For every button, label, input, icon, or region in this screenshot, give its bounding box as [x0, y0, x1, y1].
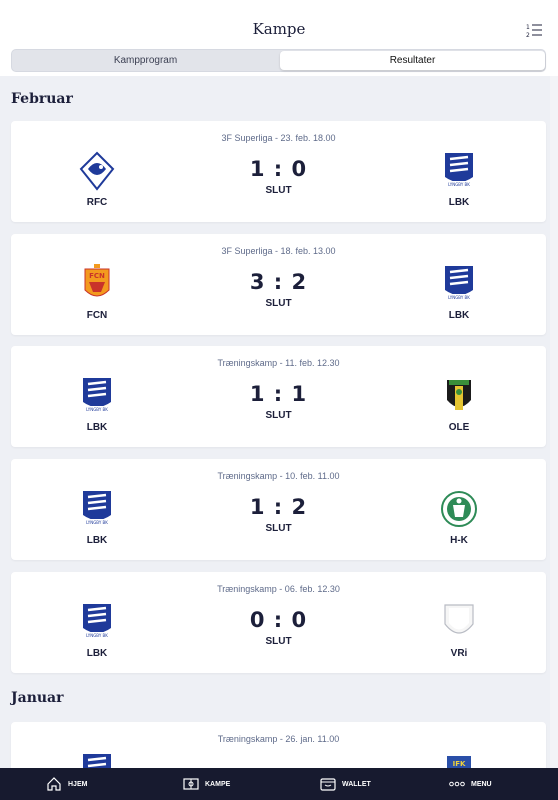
svg-text:IFK: IFK	[453, 760, 466, 768]
match-meta: 3F Superliga - 23. feb. 18.00	[221, 133, 336, 143]
away-team-name: OLE	[448, 422, 470, 433]
away-team-name: H-K	[450, 535, 468, 546]
wallet-icon	[320, 778, 336, 791]
match-meta: Træningskamp - 11. feb. 12.30	[217, 358, 340, 368]
pitch-icon	[183, 778, 199, 790]
svg-text:LYNGBY BK: LYNGBY BK	[448, 295, 470, 300]
tab-kampe[interactable]: KAMPE	[183, 768, 230, 800]
home-team-name: LBK	[86, 535, 108, 546]
away-team: LYNGBY BK LBK	[429, 151, 489, 208]
home-team-name: FCN	[86, 310, 108, 321]
bottom-tab-bar: HJEM KAMPE WALLET MENU	[0, 768, 558, 800]
tab-resultater[interactable]: Resultater	[280, 51, 545, 70]
svg-text:LYNGBY BK: LYNGBY BK	[448, 182, 470, 187]
match-card[interactable]: Træningskamp - 06. feb. 12.30 LYNGBY BK …	[11, 572, 546, 673]
tab-menu[interactable]: MENU	[449, 768, 492, 800]
away-team-name: VRi	[450, 648, 468, 659]
match-card[interactable]: 3F Superliga - 18. feb. 13.00 FCN FCN 3 …	[11, 234, 546, 335]
tab-label: HJEM	[68, 780, 88, 788]
home-team-name: LBK	[86, 648, 108, 659]
home-icon	[47, 777, 61, 791]
match-card[interactable]: Træningskamp - 10. feb. 11.00 LYNGBY BK …	[11, 459, 546, 560]
month-heading-januar: Januar	[11, 690, 64, 706]
match-card[interactable]: Træningskamp - 11. feb. 12.30 LYNGBY BK …	[11, 346, 546, 447]
match-meta: Træningskamp - 06. feb. 12.30	[217, 584, 340, 594]
tab-hjem[interactable]: HJEM	[46, 768, 87, 800]
shield-placeholder-icon	[444, 604, 474, 634]
lyngby-crest-icon: LYNGBY BK	[445, 266, 473, 300]
segmented-control: Kampprogram Resultater	[11, 49, 546, 72]
ole-crest-icon	[447, 380, 471, 410]
away-team: LYNGBY BK LBK	[429, 264, 489, 321]
match-meta: 3F Superliga - 18. feb. 13.00	[221, 246, 336, 256]
match-meta: Træningskamp - 10. feb. 11.00	[217, 471, 340, 481]
tab-label: MENU	[471, 780, 492, 788]
tab-label: WALLET	[342, 780, 371, 788]
tab-wallet[interactable]: WALLET	[320, 768, 371, 800]
home-team-name: RFC	[86, 197, 108, 208]
away-team: H-K	[429, 489, 489, 546]
more-dots-icon	[449, 781, 465, 787]
app-header: Kampe 1 2 Kampprogram Resultater	[0, 0, 558, 76]
match-meta: Træningskamp - 26. jan. 11.00	[217, 734, 340, 744]
month-heading-februar: Februar	[11, 91, 73, 107]
tab-label: KAMPE	[205, 780, 231, 788]
tab-kampprogram[interactable]: Kampprogram	[13, 51, 278, 70]
match-card[interactable]: 3F Superliga - 23. feb. 18.00 RFC 1 : 0 …	[11, 121, 546, 222]
away-team: OLE	[429, 376, 489, 433]
svg-text:2: 2	[526, 32, 530, 38]
sort-list-icon[interactable]: 1 2	[526, 22, 542, 38]
lyngby-crest-icon: LYNGBY BK	[445, 153, 473, 187]
scrollbar[interactable]	[550, 76, 558, 768]
away-team-name: LBK	[448, 197, 470, 208]
away-team-name: LBK	[448, 310, 470, 321]
home-team-name: LBK	[86, 422, 108, 433]
hk-crest-icon	[441, 491, 477, 527]
svg-text:1: 1	[526, 24, 530, 31]
away-team: VRi	[429, 602, 489, 659]
page-title: Kampe	[252, 20, 306, 38]
